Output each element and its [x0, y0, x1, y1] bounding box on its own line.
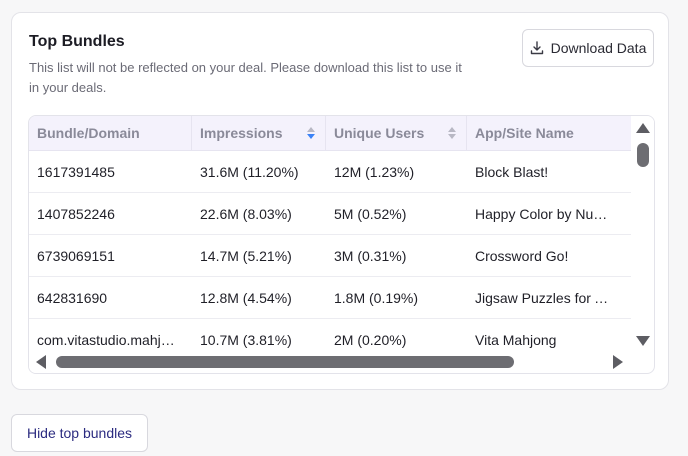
- column-header-app-site-name[interactable]: App/Site Name: [467, 116, 631, 150]
- cell-unique-users: 12M (1.23%): [334, 163, 415, 180]
- horizontal-scroll-thumb[interactable]: [56, 356, 514, 368]
- table-row[interactable]: 642831690 12.8M (4.54%) 1.8M (0.19%) Jig…: [29, 277, 631, 319]
- cell-app-site-name: Crossword Go!: [475, 247, 569, 264]
- scroll-down-arrow-icon[interactable]: [636, 336, 650, 346]
- table-row[interactable]: 1617391485 31.6M (11.20%) 12M (1.23%) Bl…: [29, 151, 631, 193]
- card-subtitle: This list will not be reflected on your …: [29, 60, 462, 95]
- cell-bundle-domain: 1407852246: [37, 205, 115, 222]
- cell-bundle-domain: 1617391485: [37, 163, 115, 180]
- sort-descending-icon[interactable]: [307, 126, 315, 140]
- column-header-impressions[interactable]: Impressions: [192, 116, 326, 150]
- hide-top-bundles-button[interactable]: Hide top bundles: [11, 414, 148, 452]
- column-header-unique-users[interactable]: Unique Users: [326, 116, 467, 150]
- scroll-up-arrow-icon[interactable]: [636, 123, 650, 133]
- cell-app-site-name: Jigsaw Puzzles for Adults: [475, 289, 631, 306]
- table-body: 1617391485 31.6M (11.20%) 12M (1.23%) Bl…: [29, 151, 631, 361]
- cell-app-site-name: Happy Color by Numbers: [475, 205, 631, 222]
- cell-unique-users: 5M (0.52%): [334, 205, 407, 222]
- top-bundles-table: Bundle/Domain Impressions Unique Users A…: [28, 115, 655, 374]
- download-data-button[interactable]: Download Data: [522, 29, 654, 67]
- table-header: Bundle/Domain Impressions Unique Users A…: [29, 116, 631, 151]
- vertical-scrollbar[interactable]: [631, 116, 654, 350]
- table-row[interactable]: 6739069151 14.7M (5.21%) 3M (0.31%) Cros…: [29, 235, 631, 277]
- vertical-scroll-thumb[interactable]: [637, 143, 649, 167]
- column-header-bundle-domain[interactable]: Bundle/Domain: [29, 116, 192, 150]
- card-title: Top Bundles: [29, 33, 125, 50]
- cell-impressions: 22.6M (8.03%): [200, 205, 292, 222]
- top-bundles-card: Top Bundles This list will not be reflec…: [11, 12, 669, 390]
- scroll-right-arrow-icon[interactable]: [613, 355, 623, 369]
- sort-icon[interactable]: [448, 126, 456, 140]
- cell-impressions: 12.8M (4.54%): [200, 289, 292, 306]
- table-row[interactable]: 1407852246 22.6M (8.03%) 5M (0.52%) Happ…: [29, 193, 631, 235]
- cell-app-site-name: Block Blast!: [475, 163, 549, 180]
- cell-unique-users: 3M (0.31%): [334, 247, 407, 264]
- cell-bundle-domain: 642831690: [37, 289, 108, 306]
- cell-unique-users: 1.8M (0.19%): [334, 289, 419, 306]
- cell-bundle-domain: 6739069151: [37, 247, 115, 264]
- scroll-left-arrow-icon[interactable]: [36, 355, 46, 369]
- download-icon: [530, 41, 544, 55]
- cell-impressions: 14.7M (5.21%): [200, 247, 292, 264]
- horizontal-scrollbar[interactable]: [29, 350, 631, 373]
- download-data-label: Download Data: [550, 40, 647, 56]
- cell-impressions: 31.6M (11.20%): [200, 163, 299, 180]
